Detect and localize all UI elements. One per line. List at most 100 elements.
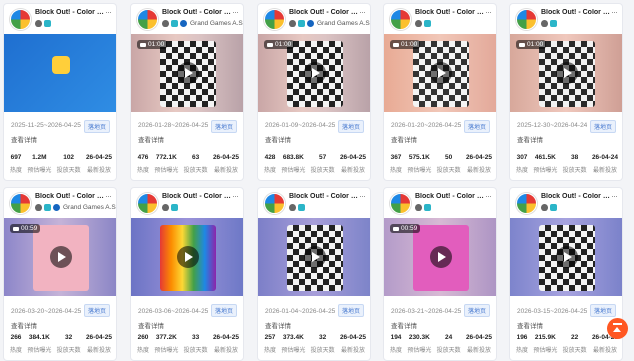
stat-value: 26-04-24: [591, 154, 618, 161]
platform-icons: [289, 204, 305, 211]
creative-preview[interactable]: 01:00: [258, 34, 370, 112]
view-details-link[interactable]: 查看详情: [11, 320, 37, 330]
stats-row: 476 热度 772.1K 预估曝光 63 投放天数 26-04-25 最新投放: [131, 154, 243, 174]
creative-card[interactable]: Block Out! - Color Sort ... ··· 01:00 20…: [509, 3, 623, 181]
stats-row: 367 热度 575.1K 预估曝光 50 投放天数 26-04-25 最新投放: [384, 154, 496, 174]
card-header: Block Out! - Color Sort ... ···: [510, 188, 622, 218]
creative-preview[interactable]: [4, 34, 116, 112]
creative-preview[interactable]: [131, 218, 243, 296]
platform-icons: Grand Games A.S.: [162, 20, 243, 27]
stat: 33 投放天数: [184, 334, 208, 354]
app-title[interactable]: Block Out! - Color Sort ...: [162, 193, 234, 200]
stat-value: 32: [319, 334, 327, 341]
view-details-link[interactable]: 查看详情: [265, 134, 291, 144]
landing-page-tag[interactable]: 落地页: [83, 120, 110, 133]
creative-card[interactable]: Block Out! - Color Sort ... ··· 2026-03-…: [130, 187, 244, 361]
app-logo: [10, 193, 31, 214]
view-details-link[interactable]: 查看详情: [138, 320, 164, 330]
creative-preview[interactable]: [510, 218, 622, 296]
publisher-icon: [180, 20, 187, 27]
app-title[interactable]: Block Out! - Color Sort ...: [35, 193, 107, 200]
creative-card[interactable]: Block Out! - Color Sort ... ··· 2026-01-…: [257, 187, 371, 361]
apple-icon: [35, 20, 42, 27]
play-icon[interactable]: [177, 246, 199, 268]
more-icon[interactable]: ···: [611, 7, 618, 17]
stat-value: 384.1K: [28, 334, 50, 341]
view-details-link[interactable]: 查看详情: [11, 134, 37, 144]
creative-preview[interactable]: 01:00: [510, 34, 622, 112]
stat-label: 最新投放: [466, 348, 491, 354]
creative-preview[interactable]: 01:00: [131, 34, 243, 112]
landing-page-tag[interactable]: 落地页: [337, 120, 364, 133]
app-title[interactable]: Block Out! - Color Sort ...: [415, 9, 487, 16]
view-details-link[interactable]: 查看详情: [391, 320, 417, 330]
landing-page-tag[interactable]: 落地页: [589, 304, 616, 317]
app-title[interactable]: Block Out! - Color Sort ...: [35, 9, 107, 16]
creative-card[interactable]: Block Out! - Color Sort ... ··· Grand Ga…: [257, 3, 371, 181]
stat-value: 367: [390, 154, 402, 161]
app-logo: [264, 193, 285, 214]
date-range: 2026-03-20~2026-04-25: [11, 308, 82, 315]
stat: 428 热度: [264, 154, 276, 174]
landing-page-tag[interactable]: 落地页: [210, 120, 237, 133]
play-icon[interactable]: [50, 246, 72, 268]
app-title[interactable]: Block Out! - Color Sort ...: [541, 9, 613, 16]
app-logo: [137, 9, 158, 30]
landing-page-tag[interactable]: 落地页: [463, 120, 490, 133]
stat-value: 260: [137, 334, 149, 341]
stat: 102 投放天数: [57, 154, 81, 174]
more-icon[interactable]: ···: [485, 191, 492, 201]
more-icon[interactable]: ···: [232, 191, 239, 201]
play-icon[interactable]: [177, 62, 199, 84]
app-title[interactable]: Block Out! - Color Sort ...: [289, 9, 361, 16]
view-details-link[interactable]: 查看详情: [517, 134, 543, 144]
stat-value: 697: [10, 154, 22, 161]
view-details-link[interactable]: 查看详情: [391, 134, 417, 144]
creative-preview[interactable]: [258, 218, 370, 296]
stat-value: 683.8K: [282, 154, 304, 161]
landing-page-tag[interactable]: 落地页: [589, 120, 616, 133]
more-icon[interactable]: ···: [611, 191, 618, 201]
app-title[interactable]: Block Out! - Color Sort ...: [162, 9, 234, 16]
creative-preview[interactable]: 00:59: [4, 218, 116, 296]
creative-card[interactable]: Block Out! - Color Sort ... ··· 01:00 20…: [383, 3, 497, 181]
play-icon[interactable]: [556, 62, 578, 84]
play-icon[interactable]: [430, 246, 452, 268]
landing-page-tag[interactable]: 落地页: [463, 304, 490, 317]
more-icon[interactable]: ···: [105, 7, 112, 17]
creative-card[interactable]: Block Out! - Color Sort ... ··· 2026-03-…: [509, 187, 623, 361]
app-logo: [390, 9, 411, 30]
landing-page-tag[interactable]: 落地页: [210, 304, 237, 317]
stat-value: 307: [516, 154, 528, 161]
stat: 32 投放天数: [311, 334, 335, 354]
creative-card[interactable]: Block Out! - Color Sort ... ··· 2025-11-…: [3, 3, 117, 181]
landing-page-tag[interactable]: 落地页: [83, 304, 110, 317]
view-details-link[interactable]: 查看详情: [265, 320, 291, 330]
stats-row: 697 热度 1.2M 预估曝光 102 投放天数 26-04-25 最新投放: [4, 154, 116, 174]
stat-value: 575.1K: [408, 154, 430, 161]
duration-text: 01:00: [401, 41, 418, 48]
video-camera-icon: [393, 42, 399, 47]
view-details-link[interactable]: 查看详情: [138, 134, 164, 144]
creative-card[interactable]: Block Out! - Color Sort ... ··· Grand Ga…: [130, 3, 244, 181]
play-icon[interactable]: [304, 62, 326, 84]
play-icon[interactable]: [430, 62, 452, 84]
more-icon[interactable]: ···: [105, 191, 112, 201]
creative-card[interactable]: Block Out! - Color Sort ... ··· 00:59 20…: [383, 187, 497, 361]
creative-preview[interactable]: 00:59: [384, 218, 496, 296]
landing-page-tag[interactable]: 落地页: [337, 304, 364, 317]
app-title[interactable]: Block Out! - Color Sort ...: [415, 193, 487, 200]
play-icon[interactable]: [556, 246, 578, 268]
play-icon[interactable]: [304, 246, 326, 268]
date-range: 2026-01-28~2026-04-25: [138, 122, 209, 129]
view-details-link[interactable]: 查看详情: [517, 320, 543, 330]
creative-preview[interactable]: 01:00: [384, 34, 496, 112]
more-icon[interactable]: ···: [485, 7, 492, 17]
app-title[interactable]: Block Out! - Color Sort ...: [541, 193, 613, 200]
more-icon[interactable]: ···: [359, 191, 366, 201]
more-icon[interactable]: ···: [359, 7, 366, 17]
more-icon[interactable]: ···: [232, 7, 239, 17]
creative-card[interactable]: Block Out! - Color Sort ... ··· Grand Ga…: [3, 187, 117, 361]
scroll-to-top-icon[interactable]: [607, 318, 628, 339]
app-title[interactable]: Block Out! - Color Sort ...: [289, 193, 361, 200]
